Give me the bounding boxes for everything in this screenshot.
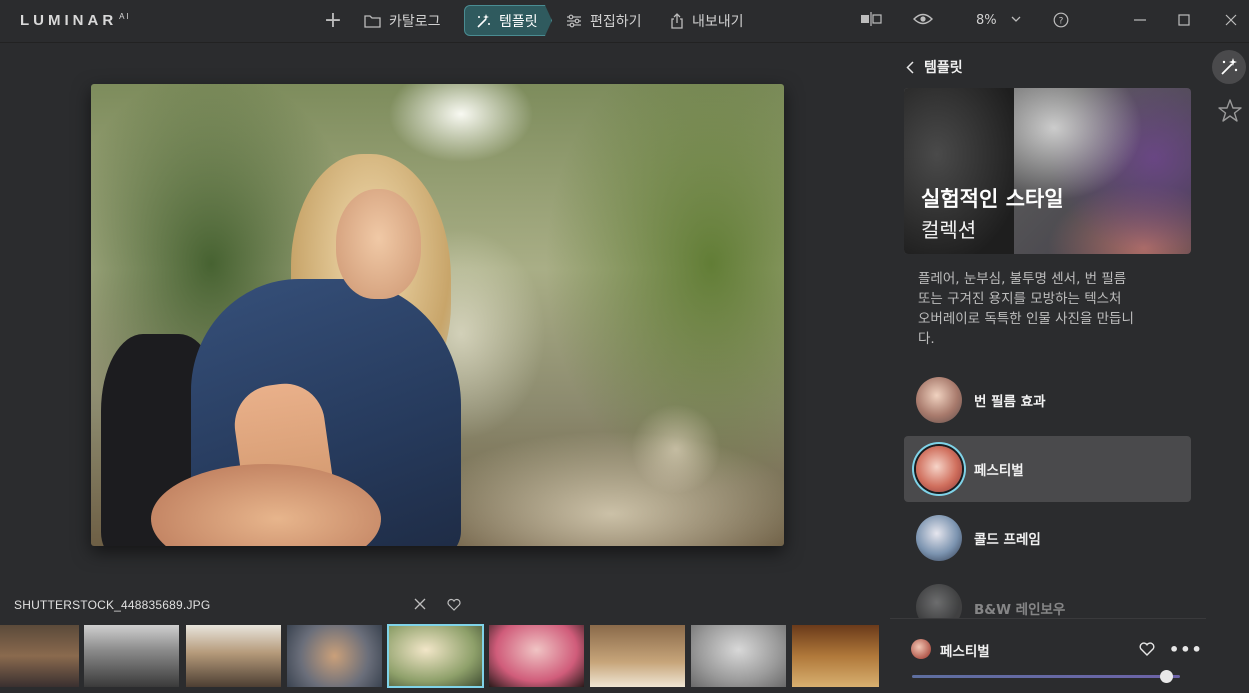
description-line: 오버레이로 독특한 인물 사진을 만듭니: [918, 311, 1134, 327]
templates-rail-button[interactable]: [1212, 50, 1246, 84]
eye-icon[interactable]: [913, 12, 933, 26]
thumbnail[interactable]: [186, 625, 281, 687]
collection-description: 플레어, 눈부심, 불투명 센서, 번 필름 또는 구겨진 용지를 모방하는 텍…: [918, 269, 1188, 349]
description-line: 또는 구겨진 용지를 모방하는 텍스처: [918, 291, 1122, 307]
catalog-tab[interactable]: 카탈로그: [364, 5, 441, 36]
amount-slider[interactable]: [912, 675, 1180, 678]
right-rail: [1206, 44, 1249, 693]
description-line: 플레어, 눈부심, 불투명 센서, 번 필름: [918, 271, 1127, 287]
filmstrip: [0, 623, 890, 688]
sliders-icon: [567, 14, 581, 27]
image-filename: SHUTTERSTOCK_448835689.JPG: [14, 598, 211, 612]
thumbnail-selected[interactable]: [387, 624, 484, 688]
main-photo-canvas[interactable]: [91, 84, 784, 546]
photo-face: [336, 189, 421, 299]
collection-subtitle: 컬렉션: [921, 218, 977, 242]
templates-panel: 템플릿 실험적인 스타일 컬렉션 플레어, 눈부심, 불투명 센서, 번 필름 …: [890, 44, 1206, 693]
favorite-heart-icon[interactable]: [1138, 640, 1156, 658]
template-label: 페스티벌: [974, 463, 1024, 479]
template-item[interactable]: 콜드 프레임: [904, 505, 1191, 571]
chevron-down-icon[interactable]: [1011, 16, 1021, 23]
template-thumbnail: [916, 446, 962, 492]
template-item[interactable]: 번 필름 효과: [904, 367, 1191, 433]
minimize-icon[interactable]: [1130, 10, 1150, 30]
thumbnail[interactable]: [287, 625, 382, 687]
template-thumbnail: [916, 515, 962, 561]
folder-icon: [364, 14, 381, 28]
chevron-left-icon: [906, 60, 914, 74]
star-icon[interactable]: [1217, 98, 1243, 124]
close-window-icon[interactable]: [1221, 10, 1241, 30]
templates-label: 템플릿: [499, 13, 538, 30]
template-item-selected[interactable]: 페스티벌: [904, 436, 1191, 502]
back-button[interactable]: 템플릿: [906, 57, 963, 77]
edit-label: 편집하기: [590, 13, 642, 30]
edit-tab[interactable]: 편집하기: [566, 5, 642, 36]
template-thumbnail: [916, 377, 962, 423]
template-label: 번 필름 효과: [974, 394, 1046, 410]
export-tab[interactable]: 내보내기: [670, 5, 744, 36]
thumbnail[interactable]: [84, 625, 179, 687]
thumbnail[interactable]: [0, 625, 79, 687]
thumbnail[interactable]: [489, 625, 584, 687]
thumbnail[interactable]: [691, 625, 786, 687]
export-label: 내보내기: [692, 13, 744, 30]
luminar-app: LUMINAR AI + 카탈로그 템플릿 편집하기 내보내기 8% ? SHU…: [0, 0, 1249, 693]
amount-slider-handle[interactable]: [1160, 670, 1174, 683]
template-label: 콜드 프레임: [974, 532, 1041, 548]
more-options-icon[interactable]: •••: [1169, 640, 1203, 659]
templates-tab[interactable]: 템플릿: [464, 5, 552, 36]
maximize-icon[interactable]: [1174, 10, 1194, 30]
template-thumbnail: [916, 584, 962, 618]
template-label: B&W 레인보우: [974, 602, 1066, 618]
thumbnail[interactable]: [792, 625, 879, 687]
applied-template-bar: 페스티벌 •••: [890, 618, 1206, 693]
panel-title: 템플릿: [924, 60, 963, 76]
app-logo: LUMINAR AI: [20, 12, 131, 29]
svg-text:?: ?: [1059, 17, 1064, 27]
magic-wand-icon: [1221, 58, 1238, 75]
photo-lens-flare: [631, 404, 721, 494]
template-item[interactable]: B&W 레인보우: [904, 574, 1191, 618]
close-icon[interactable]: [412, 596, 428, 612]
heart-icon[interactable]: [446, 597, 462, 613]
help-icon[interactable]: ?: [1053, 12, 1069, 28]
add-photos-button[interactable]: +: [322, 8, 344, 33]
applied-template-label: 페스티벌: [940, 644, 990, 660]
share-icon: [671, 12, 683, 29]
collection-hero-card: 실험적인 스타일 컬렉션: [904, 88, 1191, 254]
collection-title: 실험적인 스타일: [921, 187, 1064, 211]
thumbnail[interactable]: [590, 625, 685, 687]
compare-icon[interactable]: [860, 12, 882, 26]
catalog-label: 카탈로그: [389, 13, 441, 30]
description-line: 다.: [918, 331, 935, 347]
magic-wand-icon: [477, 13, 490, 28]
zoom-level[interactable]: 8%: [976, 13, 997, 28]
applied-template-thumbnail: [911, 639, 931, 659]
top-bar: LUMINAR AI + 카탈로그 템플릿 편집하기 내보내기 8% ?: [0, 0, 1249, 43]
